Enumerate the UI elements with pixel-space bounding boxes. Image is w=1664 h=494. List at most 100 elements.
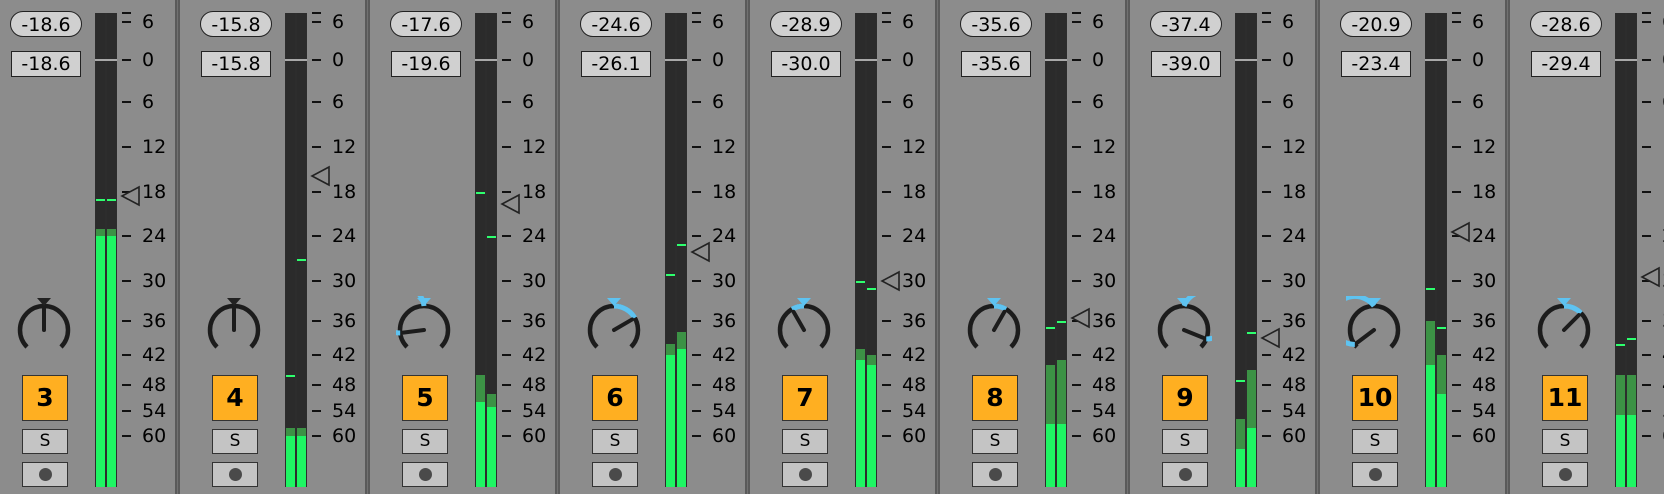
record-arm-button[interactable] — [212, 462, 258, 487]
track-activator-button[interactable]: 4 — [212, 375, 258, 421]
scale-tick — [312, 191, 321, 193]
solo-button[interactable]: S — [972, 429, 1018, 454]
record-arm-button[interactable] — [1162, 462, 1208, 487]
peak-level-display[interactable]: -28.6 — [1530, 11, 1602, 37]
solo-button[interactable]: S — [782, 429, 828, 454]
level-meter[interactable] — [1425, 13, 1447, 487]
pan-knob[interactable] — [373, 282, 452, 356]
level-meter[interactable] — [855, 13, 877, 487]
pan-knob[interactable] — [206, 296, 262, 356]
volume-fader-handle[interactable] — [499, 192, 521, 216]
channel-strip-10: -20.9 -23.4 6 0 6 12 18 24 30 36 42 48 54 60 10 S — [1320, 0, 1507, 494]
record-arm-button[interactable] — [1352, 462, 1398, 487]
peak-level-display[interactable]: -24.6 — [580, 11, 652, 37]
track-activator-button[interactable]: 3 — [22, 375, 68, 421]
volume-fader-handle[interactable] — [1639, 265, 1661, 289]
level-meter[interactable] — [1045, 13, 1067, 487]
volume-value-field[interactable]: -29.4 — [1531, 51, 1601, 77]
solo-button[interactable]: S — [1162, 429, 1208, 454]
level-meter[interactable] — [475, 13, 497, 487]
track-activator-button[interactable]: 9 — [1162, 375, 1208, 421]
solo-button[interactable]: S — [212, 429, 258, 454]
record-arm-button[interactable] — [972, 462, 1018, 487]
scale-tick — [1262, 235, 1271, 237]
scale-tick — [1642, 146, 1651, 148]
meter-peak-marker — [1046, 326, 1055, 329]
record-arm-button[interactable] — [592, 462, 638, 487]
scale-tick — [312, 12, 321, 14]
meter-peak-marker — [1627, 338, 1636, 340]
track-activator-button[interactable]: 5 — [402, 375, 448, 421]
record-arm-button[interactable] — [1542, 462, 1588, 487]
volume-fader-handle[interactable] — [689, 240, 711, 264]
meter-peak-marker — [476, 192, 485, 194]
peak-level-display[interactable]: -20.9 — [1340, 11, 1412, 37]
solo-button[interactable]: S — [402, 429, 448, 454]
scale-tick — [692, 101, 701, 103]
record-arm-icon — [419, 468, 432, 481]
peak-level-display[interactable]: -17.6 — [390, 11, 462, 37]
pan-knob[interactable] — [776, 296, 832, 356]
pan-knob[interactable] — [1156, 288, 1233, 356]
peak-level-display[interactable]: -15.8 — [200, 11, 272, 37]
level-meter[interactable] — [285, 13, 307, 487]
volume-value-field[interactable]: -19.6 — [391, 51, 461, 77]
db-scale: 606121824303642485460 — [1642, 0, 1664, 494]
track-activator-button[interactable]: 11 — [1542, 375, 1588, 421]
volume-value-field[interactable]: -18.6 — [11, 51, 81, 77]
volume-value-field[interactable]: -30.0 — [771, 51, 841, 77]
level-meter[interactable] — [665, 13, 687, 487]
pan-knob[interactable] — [16, 296, 72, 356]
record-arm-button[interactable] — [402, 462, 448, 487]
volume-value-field[interactable]: -39.0 — [1151, 51, 1221, 77]
volume-fader-handle[interactable] — [879, 269, 901, 293]
meter-peak-marker — [1057, 321, 1066, 323]
level-meter[interactable] — [1235, 13, 1257, 487]
pan-knob[interactable] — [1328, 294, 1402, 356]
volume-fader-handle[interactable] — [1259, 326, 1281, 350]
peak-level-display[interactable]: -18.6 — [10, 11, 82, 37]
solo-button[interactable]: S — [22, 429, 68, 454]
volume-value-field[interactable]: -35.6 — [961, 51, 1031, 77]
meter-channel-right — [1057, 13, 1066, 487]
volume-fader-handle[interactable] — [119, 184, 141, 208]
scale-tick — [1452, 59, 1461, 61]
volume-value-field[interactable]: -23.4 — [1341, 51, 1411, 77]
scale-tick — [502, 146, 511, 148]
peak-level-display[interactable]: -37.4 — [1150, 11, 1222, 37]
track-activator-button[interactable]: 10 — [1352, 375, 1398, 421]
track-activator-button[interactable]: 8 — [972, 375, 1018, 421]
solo-button[interactable]: S — [592, 429, 638, 454]
scale-tick — [312, 384, 321, 386]
pan-knob[interactable] — [1536, 296, 1592, 356]
solo-button[interactable]: S — [1542, 429, 1588, 454]
meter-peak-marker — [1616, 343, 1625, 346]
level-meter[interactable] — [1615, 13, 1637, 487]
solo-button[interactable]: S — [1352, 429, 1398, 454]
level-meter[interactable] — [95, 13, 117, 487]
scale-tick — [1452, 146, 1461, 148]
volume-value-field[interactable]: -26.1 — [581, 51, 651, 77]
volume-fader-handle[interactable] — [1449, 220, 1471, 244]
meter-channel-left — [856, 13, 865, 487]
scale-tick — [122, 235, 131, 237]
pan-knob[interactable] — [586, 296, 642, 356]
scale-tick — [122, 59, 131, 61]
volume-value-field[interactable]: -15.8 — [201, 51, 271, 77]
meter-peak-marker — [867, 287, 876, 290]
volume-fader-handle[interactable] — [1069, 306, 1091, 330]
meter-peak-marker — [1437, 326, 1446, 329]
track-activator-button[interactable]: 6 — [592, 375, 638, 421]
scale-tick — [1072, 146, 1081, 148]
record-arm-button[interactable] — [782, 462, 828, 487]
peak-level-display[interactable]: -28.9 — [770, 11, 842, 37]
track-activator-button[interactable]: 7 — [782, 375, 828, 421]
pan-knob[interactable] — [966, 296, 1022, 356]
record-arm-button[interactable] — [22, 462, 68, 487]
volume-fader-handle[interactable] — [309, 164, 331, 188]
meter-zero-line — [1615, 59, 1637, 61]
peak-level-display[interactable]: -35.6 — [960, 11, 1032, 37]
meter-level-fill — [96, 236, 105, 487]
meter-level-fill — [286, 436, 295, 487]
scale-tick — [502, 101, 511, 103]
